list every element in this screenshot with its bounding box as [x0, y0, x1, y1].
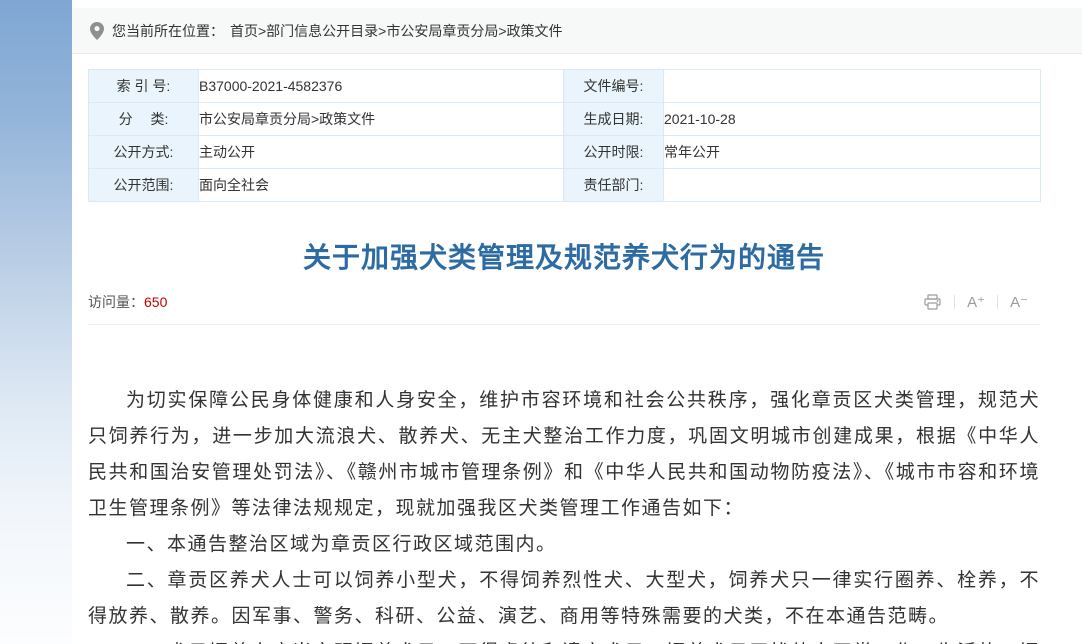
- meta-value-created-date: 2021-10-28: [664, 103, 1041, 136]
- meta-label-disclosure-method: 公开方式:: [89, 136, 199, 169]
- breadcrumb-label: 您当前所在位置：: [112, 21, 224, 41]
- meta-value-disclosure-period: 常年公开: [664, 136, 1041, 169]
- meta-value-category: 市公安局章贡分局>政策文件: [199, 103, 564, 136]
- meta-value-disclosure-scope: 面向全社会: [199, 169, 564, 202]
- meta-label-category: 分 类:: [89, 103, 199, 136]
- article-toolbar: A⁺ A⁻: [912, 293, 1040, 311]
- visit-count-label: 访问量：: [88, 294, 144, 310]
- table-row: 索 引 号: B37000-2021-4582376 文件编号:: [89, 70, 1041, 103]
- print-button[interactable]: [912, 294, 954, 310]
- breadcrumb: 您当前所在位置： 首页>部门信息公开目录>市公安局章贡分局>政策文件: [72, 8, 1082, 54]
- table-row: 公开方式: 主动公开 公开时限: 常年公开: [89, 136, 1041, 169]
- meta-label-index-number: 索 引 号:: [89, 70, 199, 103]
- page-title: 关于加强犬类管理及规范养犬行为的通告: [88, 236, 1040, 276]
- meta-value-file-number: [664, 70, 1041, 103]
- article-paragraph: 二、章贡区养犬人士可以饲养小型犬，不得饲养烈性犬、大型犬，饲养犬只一律实行圈养、…: [88, 563, 1040, 635]
- meta-value-index-number: B37000-2021-4582376: [199, 70, 564, 103]
- article-paragraph: 三、犬只饲养人应当文明饲养犬只，不得虐待和遗弃犬只，饲养犬只干扰他人正常工作、生…: [88, 635, 1040, 644]
- meta-value-responsible-dept: [664, 169, 1041, 202]
- breadcrumb-path[interactable]: 首页>部门信息公开目录>市公安局章贡分局>政策文件: [230, 21, 563, 41]
- content-panel: 您当前所在位置： 首页>部门信息公开目录>市公安局章贡分局>政策文件 索 引 号…: [72, 0, 1082, 644]
- location-pin-icon: [90, 22, 104, 40]
- meta-label-file-number: 文件编号:: [564, 70, 664, 103]
- meta-label-created-date: 生成日期:: [564, 103, 664, 136]
- article-paragraph: 一、本通告整治区域为章贡区行政区域范围内。: [88, 527, 1040, 563]
- font-increase-button[interactable]: A⁺: [955, 293, 997, 311]
- meta-label-disclosure-period: 公开时限:: [564, 136, 664, 169]
- font-decrease-button[interactable]: A⁻: [998, 293, 1040, 311]
- article-paragraph: 为切实保障公民身体健康和人身安全，维护市容环境和社会公共秩序，强化章贡区犬类管理…: [88, 383, 1040, 527]
- meta-label-disclosure-scope: 公开范围:: [89, 169, 199, 202]
- article-body: 为切实保障公民身体健康和人身安全，维护市容环境和社会公共秩序，强化章贡区犬类管理…: [88, 325, 1040, 644]
- stats-toolbar-row: 访问量：650 A⁺ A⁻: [88, 292, 1040, 325]
- meta-value-disclosure-method: 主动公开: [199, 136, 564, 169]
- table-row: 公开范围: 面向全社会 责任部门:: [89, 169, 1041, 202]
- visit-count-value: 650: [144, 294, 167, 310]
- meta-label-responsible-dept: 责任部门:: [564, 169, 664, 202]
- table-row: 分 类: 市公安局章贡分局>政策文件 生成日期: 2021-10-28: [89, 103, 1041, 136]
- document-meta-table: 索 引 号: B37000-2021-4582376 文件编号: 分 类: 市公…: [88, 69, 1041, 202]
- printer-icon: [924, 294, 942, 310]
- visit-count: 访问量：650: [88, 292, 167, 312]
